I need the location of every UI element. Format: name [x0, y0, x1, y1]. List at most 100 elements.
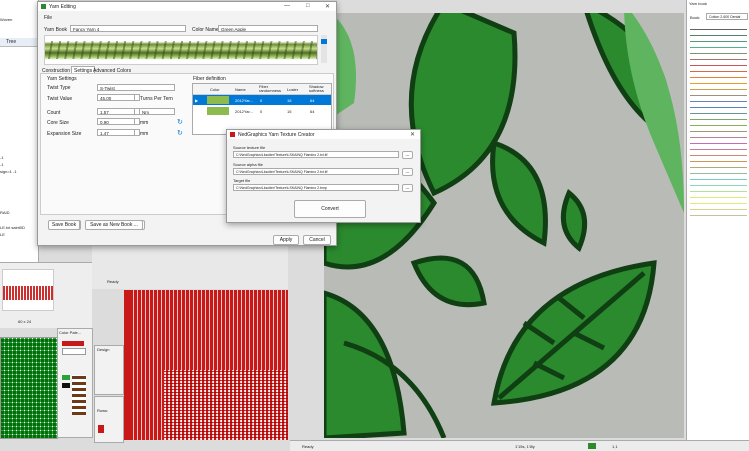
fiber-luster: 15: [287, 98, 292, 103]
close-icon[interactable]: ✕: [325, 3, 330, 10]
fabric-thumbnail[interactable]: [2, 269, 54, 311]
browse-source-alpha-button[interactable]: ...: [402, 168, 413, 176]
core-size-unit: mm: [140, 120, 149, 126]
fiber-definition-label: Fiber definition: [193, 76, 226, 82]
twist-unit-label: Turns Per Tern: [140, 96, 173, 102]
leaf-design-canvas[interactable]: [324, 13, 684, 438]
yarn-book-panel: Yarn book Book: Cotton 2-600 Dental: [686, 0, 749, 440]
menu-file[interactable]: File: [44, 15, 52, 21]
fiber-header-randomness: Fiber randomness: [259, 84, 282, 93]
tree-label-3: sign=1 -1: [0, 169, 17, 174]
status-bar: Ready 1'15s, 1'l8y 1,1: [290, 440, 749, 451]
color-name-label: Color Name: [192, 27, 219, 33]
yarn-book-book-select[interactable]: Cotton 2-600 Dental: [706, 13, 748, 20]
cancel-button[interactable]: Cancel: [303, 235, 331, 245]
source-alpha-field[interactable]: C:\NedGraphics\Lksoiter\Texture\LSKAINQ …: [233, 168, 399, 175]
yarn-preview: [44, 35, 318, 65]
count-label: Count: [47, 110, 61, 116]
fiber-color-swatch[interactable]: [207, 96, 229, 104]
close-icon[interactable]: ✕: [410, 131, 415, 138]
yarn-settings-label: Yarn Settings: [47, 76, 77, 82]
leaf-shape: [490, 139, 548, 247]
yarn-book-book-label: Book:: [690, 15, 701, 20]
app-icon: [230, 132, 235, 137]
yarn-editing-titlebar: Yarn Editing — □ ✕: [38, 2, 336, 11]
tree-label-woven: Woven: [0, 17, 13, 22]
apply-button[interactable]: Apply: [273, 235, 299, 245]
yarn-book-label: Yarn Book: [44, 27, 67, 33]
preview-scrollbar[interactable]: [321, 35, 327, 63]
fiber-color-swatch[interactable]: [207, 107, 229, 115]
tree-label-1: -1: [0, 155, 4, 160]
expansion-size-refresh-icon[interactable]: ↻: [177, 129, 183, 137]
fiber-table-header: Color Name Fiber randomness Luster Shado…: [193, 84, 331, 95]
source-alpha-label: Source alpha file: [233, 162, 263, 167]
status-page: 1,1: [612, 444, 618, 449]
palette-swatch-red[interactable]: [62, 341, 84, 346]
twist-type-select[interactable]: S-Twist: [97, 84, 175, 91]
app-icon: [41, 4, 46, 9]
status-indicator: [588, 443, 596, 449]
tree-label-6: LE: [0, 232, 5, 237]
middle-pane: Ready: [92, 240, 288, 289]
fabric-thumbnail-panel: 60 x 24: [0, 262, 92, 328]
fabric-weave-view[interactable]: [124, 290, 288, 440]
palette-swatch-brown[interactable]: [72, 375, 86, 415]
maximize-icon[interactable]: □: [306, 3, 310, 9]
convert-button[interactable]: Convert: [294, 200, 366, 218]
palette-swatch-white[interactable]: [62, 348, 86, 355]
save-book-button[interactable]: Save Book: [48, 220, 80, 230]
fiber-name: 2012Yar...: [235, 98, 253, 103]
tree-label-2: -1: [0, 162, 4, 167]
core-size-refresh-icon[interactable]: ↻: [177, 118, 183, 126]
tree-tab[interactable]: Tree: [0, 38, 37, 47]
tree-label-5: LE.txt saint0D: [0, 225, 25, 230]
yarn-editing-title: Yarn Editing: [49, 4, 76, 10]
expansion-size-input[interactable]: 1,47: [97, 129, 135, 136]
design-grid-small[interactable]: [0, 337, 58, 439]
leaf-pattern-svg: [324, 13, 684, 438]
yarn-swatch-list[interactable]: [690, 28, 747, 220]
fiber-luster: 15: [287, 109, 292, 114]
color-name-field[interactable]: Green Apple: [218, 25, 318, 32]
fiber-header-name: Name: [235, 87, 246, 92]
yarn-book-select[interactable]: Fancy Yarn 4: [70, 25, 186, 32]
minimize-icon[interactable]: —: [284, 3, 290, 9]
design-panel: Design: [94, 345, 124, 395]
thumbnail-size-label: 60 x 24: [18, 319, 32, 324]
save-as-new-book-button[interactable]: Save as New Book ...: [85, 220, 143, 230]
palette-swatch-green[interactable]: [62, 375, 70, 380]
palette-swatch-black[interactable]: [62, 383, 70, 388]
fiber-row[interactable]: 2012Yar... 0 15 64: [193, 106, 331, 116]
count-input[interactable]: 1,57: [97, 108, 135, 115]
rows-icon[interactable]: [98, 425, 104, 433]
twist-type-label: Twist Type: [47, 85, 71, 91]
target-file-label: Target file: [233, 178, 251, 183]
expansion-size-label: Expansion Size: [47, 131, 82, 137]
color-palette-panel: Color Pale...: [57, 328, 93, 438]
status-coords: 1'15s, 1'l8y: [515, 444, 535, 449]
ready-label-2: Ready: [302, 444, 314, 449]
fiber-row[interactable]: ▶ 2012Yar... 0 15 64: [193, 95, 331, 105]
fiber-name: 2012Yar...: [235, 109, 253, 114]
fiber-shadow: 64: [310, 109, 315, 114]
fiber-shadow: 64: [310, 98, 315, 103]
twist-value-label: Twist Value: [47, 96, 73, 102]
core-size-label: Core Size: [47, 120, 69, 126]
browse-target-button[interactable]: ...: [402, 184, 413, 192]
design-panel-title: Design: [97, 347, 110, 352]
count-unit-select[interactable]: Nm: [139, 108, 175, 115]
target-file-field[interactable]: C:\NedGraphics\Lksoiter\Texture\LSKAINQ …: [233, 184, 399, 191]
rows-panel: Rows:: [94, 396, 124, 443]
leaf-shape: [410, 255, 487, 308]
fiber-header-luster: Luster: [287, 87, 299, 92]
core-size-input[interactable]: 0,90: [97, 118, 135, 125]
browse-source-texture-button[interactable]: ...: [402, 151, 413, 159]
preview-scroll-thumb[interactable]: [321, 39, 327, 44]
color-palette-title: Color Pale...: [59, 330, 82, 335]
twist-value-input[interactable]: 45,00: [97, 94, 135, 101]
fiber-header-color: Color: [210, 87, 220, 92]
tree-pane: Tree Woven -1 -1 sign=1 -1 RAID LE.txt s…: [0, 0, 39, 262]
source-texture-field[interactable]: C:\NedGraphics\Lksoiter\Texture\LSKAINQ …: [233, 151, 399, 158]
tree-tab-label: Tree: [6, 39, 17, 45]
